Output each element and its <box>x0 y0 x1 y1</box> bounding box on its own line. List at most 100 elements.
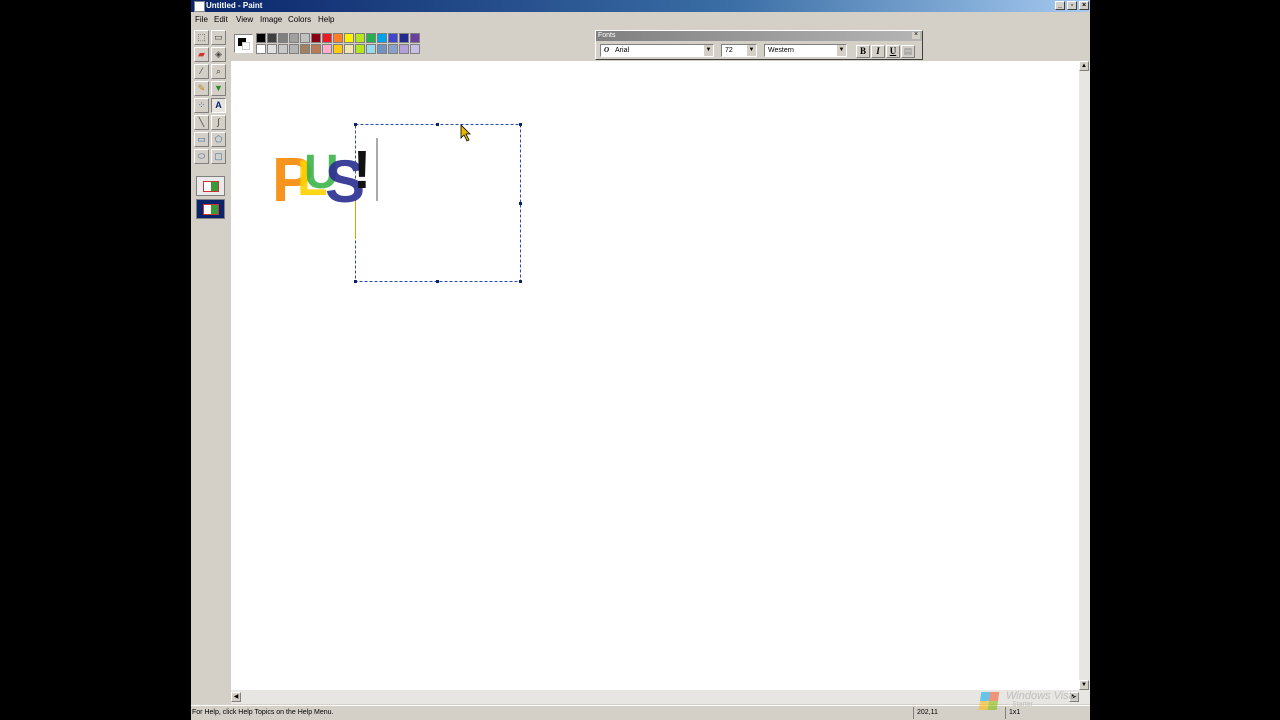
ellipse-icon[interactable]: ⬭ <box>194 149 209 164</box>
color-swatch[interactable] <box>278 44 288 54</box>
transparent-background-option[interactable] <box>196 199 225 219</box>
line-icon[interactable]: ╲ <box>194 115 209 130</box>
font-size-value: 72 <box>725 47 733 54</box>
color-swatch[interactable] <box>355 44 365 54</box>
font-size-select[interactable]: 72 ▼ <box>721 44 757 57</box>
menu-help[interactable]: Help <box>318 15 334 24</box>
magnifier-icon[interactable]: ⌕ <box>211 64 226 79</box>
color-swatch[interactable] <box>344 33 354 43</box>
restore-button[interactable]: ▫ <box>1067 1 1077 10</box>
italic-button[interactable]: I <box>871 45 885 58</box>
color-swatch[interactable] <box>289 44 299 54</box>
color-swatch[interactable] <box>388 44 398 54</box>
menu-bar: File Edit View Image Colors Help <box>191 13 1090 26</box>
font-script-select[interactable]: Western ▼ <box>764 44 847 57</box>
free-form-select-icon[interactable]: ⬚ <box>194 30 209 45</box>
color-swatch[interactable] <box>355 33 365 43</box>
menu-image[interactable]: Image <box>260 15 282 24</box>
color-swatch[interactable] <box>322 33 332 43</box>
resize-handle[interactable] <box>519 202 522 205</box>
color-swatch[interactable] <box>388 33 398 43</box>
windows-watermark: Windows Vista Starter <box>978 690 1090 712</box>
resize-handle[interactable] <box>519 280 522 283</box>
vertical-text-button[interactable]: ▤ <box>901 45 915 58</box>
pick-color-icon[interactable]: ⁄ <box>194 64 209 79</box>
brush-icon[interactable]: ▼ <box>211 81 226 96</box>
resize-handle[interactable] <box>354 280 357 283</box>
menu-edit[interactable]: Edit <box>214 15 228 24</box>
text-selection-box[interactable] <box>354 123 522 283</box>
color-swatch[interactable] <box>322 44 332 54</box>
toolbox: ⬚ ▭ ▰ ◈ ⁄ ⌕ ✎ ▼ ⁘ A ╲ ∫ ▭ ⬠ ⬭ ▢ <box>193 28 229 223</box>
scroll-down-icon[interactable]: ▼ <box>1079 680 1089 690</box>
color-swatch[interactable] <box>366 44 376 54</box>
color-swatch[interactable] <box>333 44 343 54</box>
color-swatch[interactable] <box>278 33 288 43</box>
eraser-icon[interactable]: ▰ <box>194 47 209 62</box>
title-bar: Untitled - Paint _ ▫ × <box>191 0 1090 12</box>
font-name-select[interactable]: O Arial ▼ <box>600 44 714 57</box>
color-swatch[interactable] <box>410 33 420 43</box>
color-swatch[interactable] <box>344 44 354 54</box>
chevron-down-icon[interactable]: ▼ <box>836 45 846 56</box>
status-separator <box>913 707 914 719</box>
airbrush-icon[interactable]: ⁘ <box>194 98 209 113</box>
horizontal-scrollbar[interactable]: ◀ ▶ <box>231 690 1079 704</box>
fill-with-color-icon[interactable]: ◈ <box>211 47 226 62</box>
pencil-icon[interactable]: ✎ <box>194 81 209 96</box>
color-swatch[interactable] <box>399 44 409 54</box>
chevron-down-icon[interactable]: ▼ <box>746 45 756 56</box>
menu-view[interactable]: View <box>236 15 253 24</box>
paint-app-icon[interactable] <box>194 1 205 12</box>
color-swatch[interactable] <box>300 33 310 43</box>
color-swatch[interactable] <box>377 33 387 43</box>
opaque-option-icon <box>203 181 219 192</box>
color-swatch[interactable] <box>311 44 321 54</box>
resize-handle[interactable] <box>354 123 357 126</box>
color-swatch[interactable] <box>366 33 376 43</box>
fonts-toolbar-close-icon[interactable]: × <box>912 31 920 39</box>
color-swatch[interactable] <box>311 33 321 43</box>
color-swatch[interactable] <box>410 44 420 54</box>
color-swatch[interactable] <box>256 44 266 54</box>
fonts-toolbar: Fonts × O Arial ▼ 72 ▼ Western ▼ B I U ▤ <box>595 30 923 60</box>
bold-button[interactable]: B <box>856 45 870 58</box>
rectangle-icon[interactable]: ▭ <box>194 132 209 147</box>
menu-colors[interactable]: Colors <box>288 15 311 24</box>
scroll-up-icon[interactable]: ▲ <box>1079 61 1089 71</box>
menu-file[interactable]: File <box>195 15 208 24</box>
opaque-background-option[interactable] <box>196 176 225 196</box>
background-color <box>242 42 250 50</box>
chevron-down-icon[interactable]: ▼ <box>703 45 713 56</box>
current-colors[interactable] <box>234 34 253 53</box>
watermark-subtext: Starter <box>1012 701 1034 708</box>
color-swatch[interactable] <box>300 44 310 54</box>
mouse-cursor-icon <box>460 124 471 142</box>
select-icon[interactable]: ▭ <box>211 30 226 45</box>
color-swatch[interactable] <box>267 44 277 54</box>
resize-handle[interactable] <box>436 280 439 283</box>
color-swatch[interactable] <box>333 33 343 43</box>
vertical-scrollbar[interactable]: ▲ ▼ <box>1079 61 1090 704</box>
underline-button[interactable]: U <box>886 45 900 58</box>
canvas-workarea: P L U S ! ▲ ▼ ◀ ▶ <box>231 61 1090 704</box>
status-help-text: For Help, click Help Topics on the Help … <box>192 709 334 716</box>
resize-handle[interactable] <box>436 123 439 126</box>
close-button[interactable]: × <box>1079 1 1089 10</box>
drawing-canvas[interactable]: P L U S ! <box>231 61 1079 690</box>
text-tool-icon[interactable]: A <box>211 98 226 113</box>
color-swatch[interactable] <box>267 33 277 43</box>
color-swatch[interactable] <box>289 33 299 43</box>
curve-icon[interactable]: ∫ <box>211 115 226 130</box>
fonts-toolbar-header[interactable]: Fonts × <box>596 31 922 41</box>
scroll-left-icon[interactable]: ◀ <box>231 692 241 702</box>
rounded-rectangle-icon[interactable]: ▢ <box>211 149 226 164</box>
opentype-icon: O <box>604 46 610 54</box>
color-swatch[interactable] <box>256 33 266 43</box>
color-swatch[interactable] <box>377 44 387 54</box>
color-swatch[interactable] <box>399 33 409 43</box>
color-palette <box>233 32 420 56</box>
polygon-icon[interactable]: ⬠ <box>211 132 226 147</box>
minimize-button[interactable]: _ <box>1055 1 1065 10</box>
resize-handle[interactable] <box>519 123 522 126</box>
